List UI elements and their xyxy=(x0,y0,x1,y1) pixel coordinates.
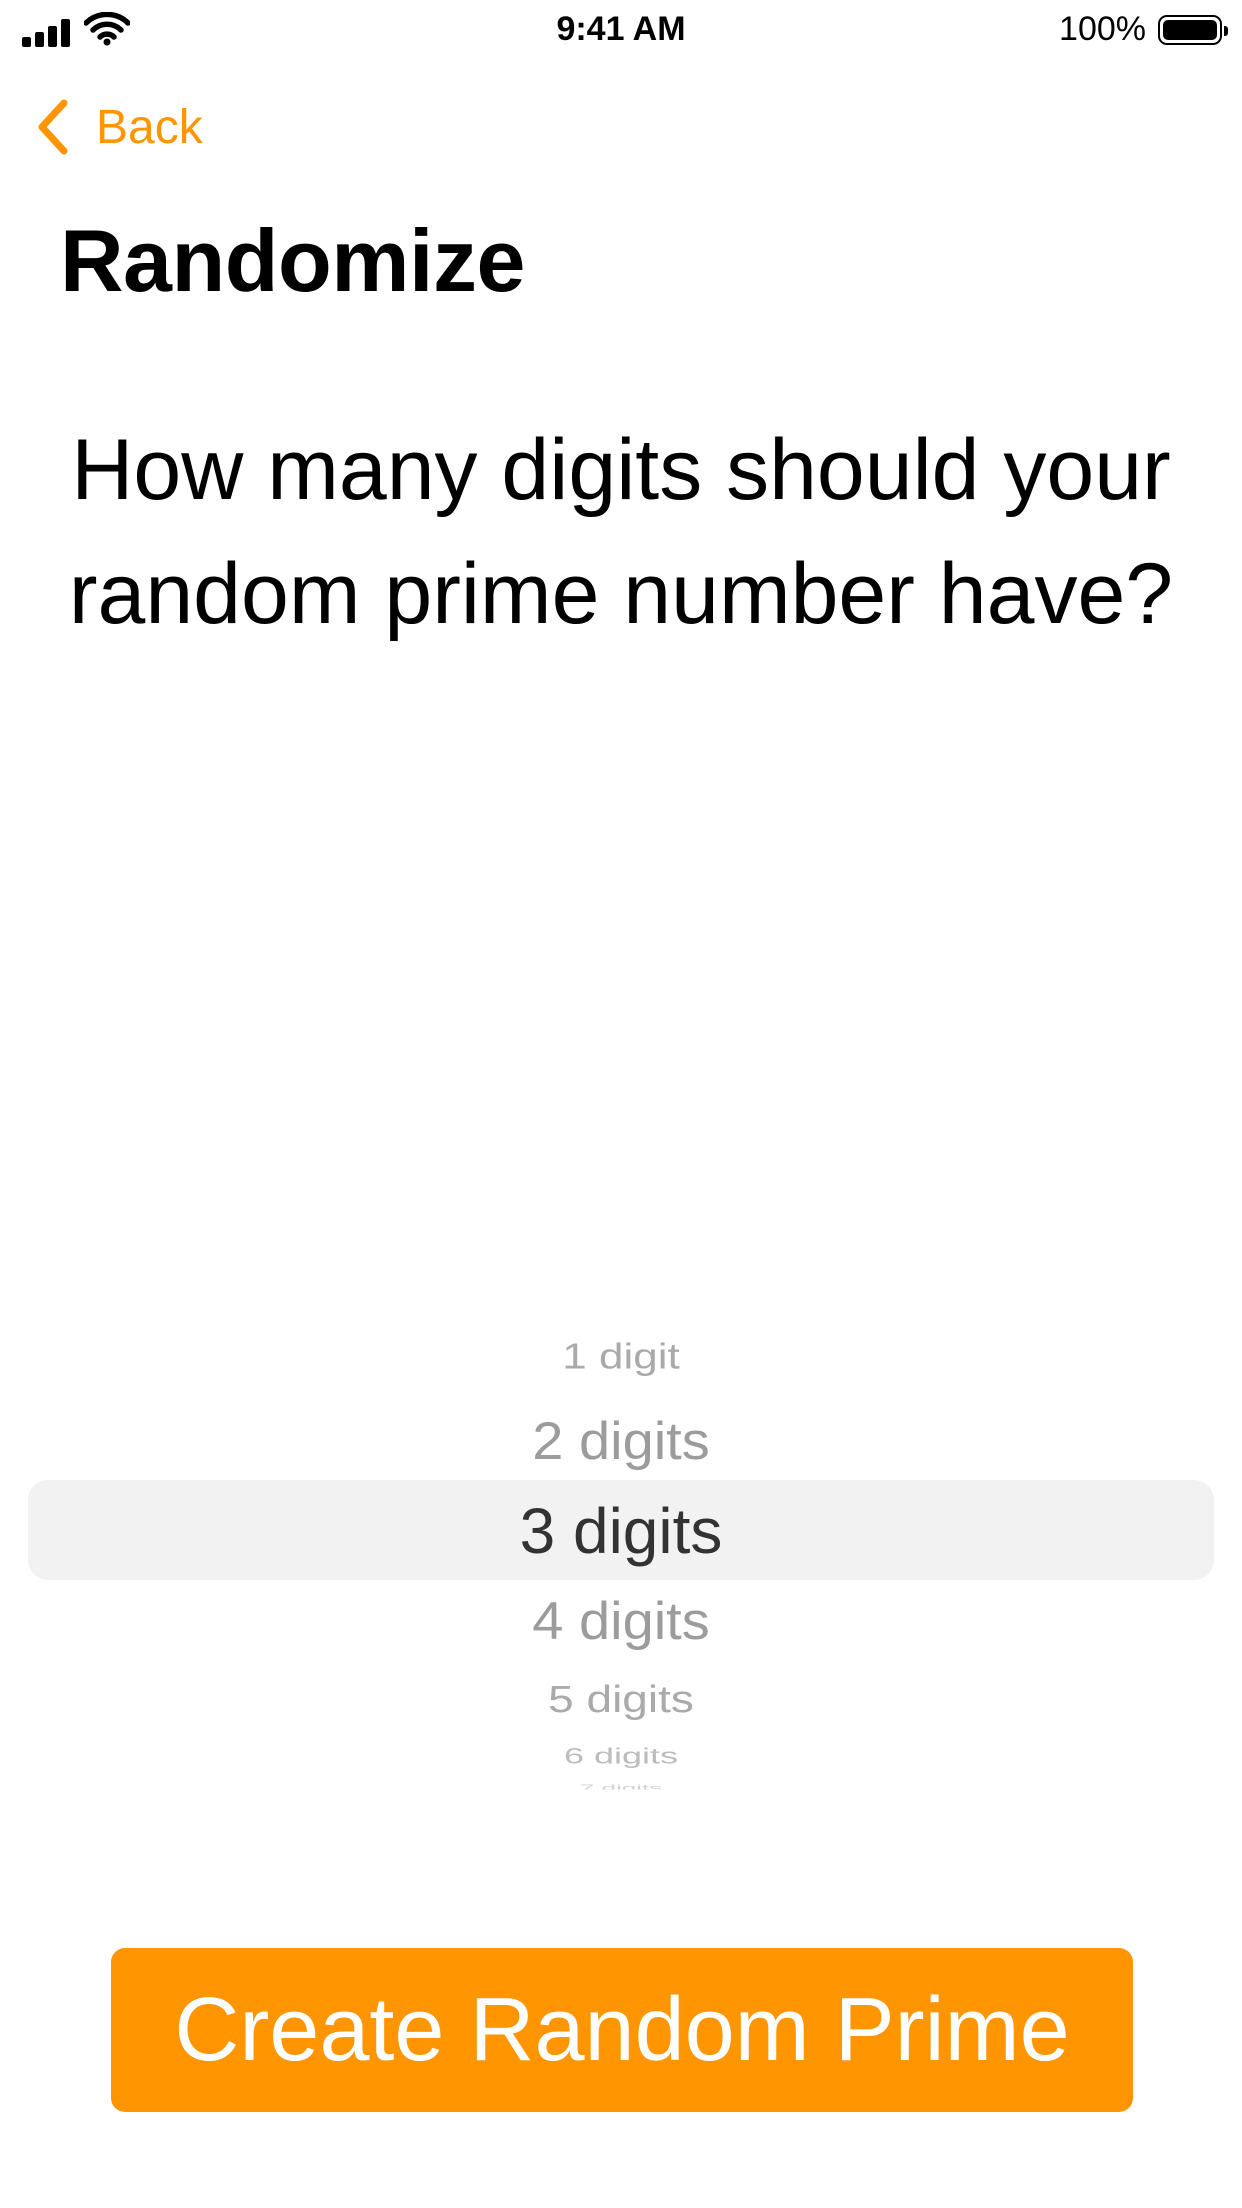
battery-percentage: 100% xyxy=(1059,10,1146,48)
create-random-prime-button[interactable]: Create Random Prime xyxy=(111,1948,1133,2112)
picker-option[interactable]: 7 digits xyxy=(0,1783,1242,1790)
page-title: Randomize xyxy=(60,211,525,310)
chevron-left-icon xyxy=(38,99,68,155)
status-bar: 9:41 AM 100% xyxy=(0,0,1242,62)
picker-option[interactable]: 2 digits xyxy=(0,1410,1242,1471)
back-label: Back xyxy=(96,100,203,154)
status-time: 9:41 AM xyxy=(556,10,686,48)
back-button[interactable]: Back xyxy=(34,94,203,160)
digit-count-picker[interactable]: 1 digit 2 digits 3 digits 4 digits 5 dig… xyxy=(0,1310,1242,1810)
picker-option[interactable]: 5 digits xyxy=(0,1677,1242,1721)
picker-option-selected[interactable]: 3 digits xyxy=(0,1494,1242,1568)
picker-option[interactable]: 4 digits xyxy=(0,1590,1242,1651)
battery-icon xyxy=(1158,15,1228,45)
picker-option[interactable]: 6 digits xyxy=(0,1743,1242,1769)
question-text: How many digits should your random prime… xyxy=(68,422,1174,642)
picker-option[interactable]: 1 digit xyxy=(0,1337,1242,1378)
